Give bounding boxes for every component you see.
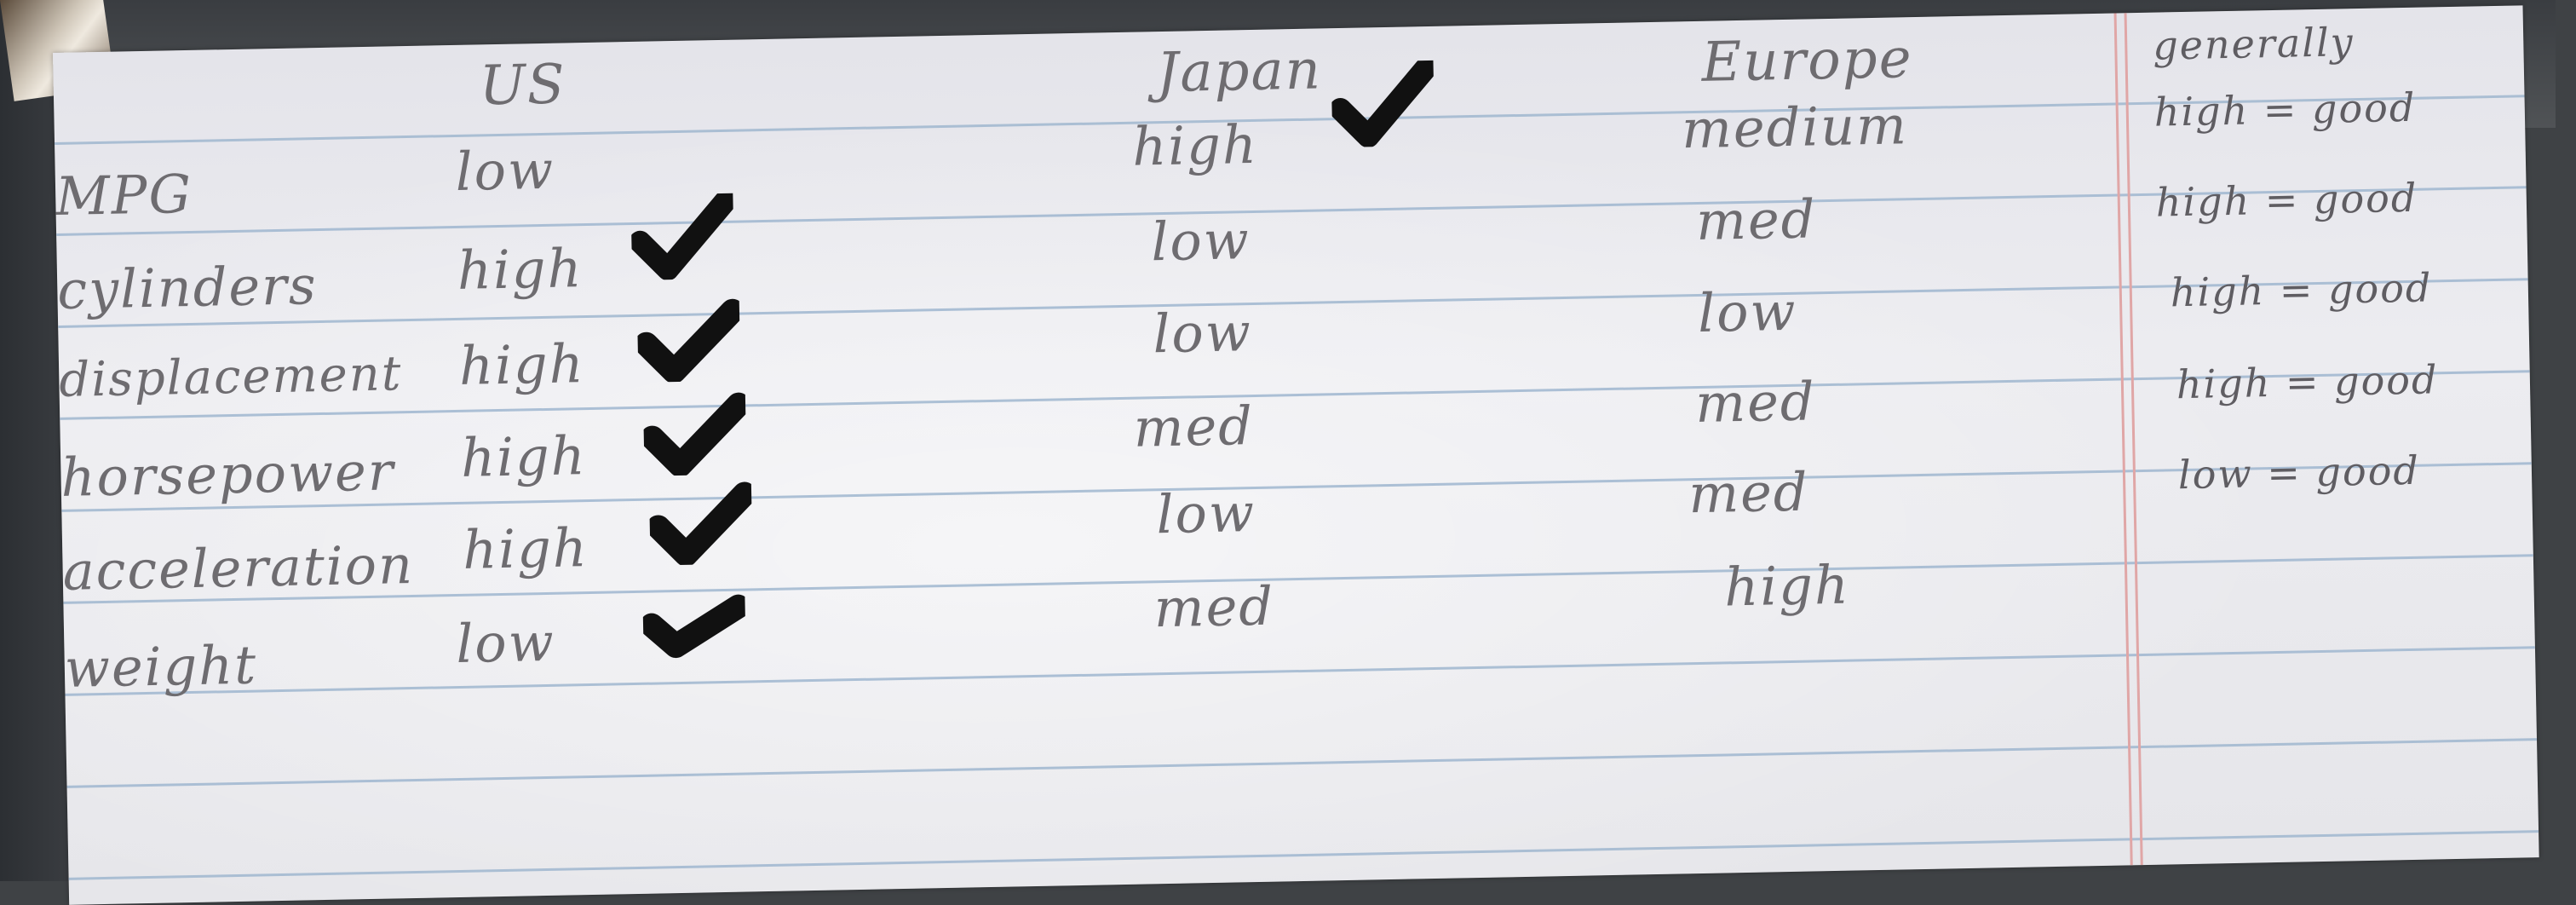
cell-japan: low (1150, 209, 1251, 274)
cell-europe: med (1695, 187, 1817, 252)
cell-europe: low (1697, 280, 1798, 344)
cell-europe: med (1694, 370, 1817, 435)
cell-japan: low (1155, 481, 1256, 546)
column-header-generally: generally (2152, 19, 2355, 69)
cell-us: high (460, 424, 588, 489)
ruled-line (66, 738, 2538, 788)
cell-europe: high (1723, 553, 1851, 619)
cell-generally: high = good (2170, 264, 2433, 316)
check-icon (642, 392, 747, 476)
cell-us: high (457, 237, 584, 302)
column-header-us: US (479, 53, 567, 118)
cell-us: low (455, 610, 556, 676)
row-label-mpg: MPG (55, 162, 193, 228)
row-label-weight: weight (64, 633, 258, 700)
ruled-line (61, 462, 2532, 512)
cell-japan: high (1131, 112, 1259, 178)
cell-japan: low (1152, 301, 1253, 366)
check-icon (636, 298, 741, 383)
cell-generally: high = good (2176, 356, 2439, 408)
cell-japan: med (1153, 574, 1275, 640)
check-icon (630, 193, 735, 280)
check-icon (1331, 60, 1435, 148)
check-icon (641, 594, 746, 659)
ruled-line (68, 830, 2539, 880)
ruled-line (60, 370, 2530, 420)
cell-generally: high = good (2153, 84, 2417, 135)
row-label-displacement: displacement (58, 346, 403, 408)
ruled-line (65, 646, 2535, 696)
ruled-line (58, 278, 2528, 328)
cell-generally: high = good (2155, 174, 2418, 226)
check-icon (648, 481, 753, 566)
cell-generally: low = good (2177, 447, 2421, 499)
cell-japan: med (1132, 395, 1255, 459)
notebook-paper: US Japan Europe generally MPG low high m… (53, 5, 2539, 905)
margin-line (2113, 13, 2133, 866)
cell-us: high (458, 332, 586, 397)
cell-europe: medium (1681, 94, 1909, 161)
row-label-acceleration: acceleration (61, 533, 415, 602)
cell-europe: med (1688, 460, 1810, 526)
ruled-line (63, 554, 2533, 604)
column-header-europe: Europe (1700, 27, 1914, 95)
cell-us: low (455, 138, 555, 203)
row-label-horsepower: horsepower (60, 440, 396, 509)
row-label-cylinders: cylinders (56, 254, 319, 321)
column-header-japan: Japan (1155, 38, 1323, 106)
cell-us: high (462, 516, 589, 581)
